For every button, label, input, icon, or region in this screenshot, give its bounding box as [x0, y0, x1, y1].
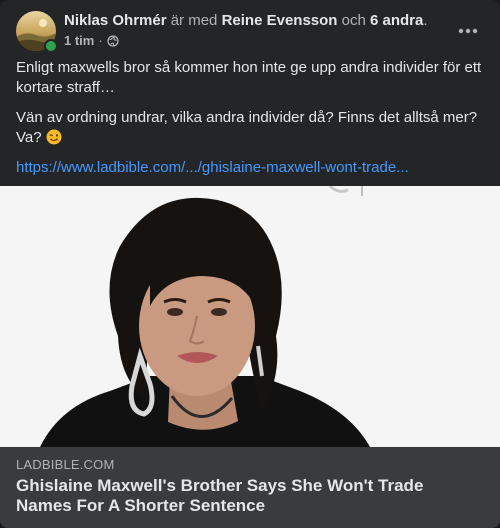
winking-face-icon — [46, 129, 62, 145]
post-body: Enligt maxwells bror så kommer hon inte … — [16, 58, 486, 188]
meta-separator: · — [98, 33, 103, 48]
author-name[interactable]: Niklas Ohrmér — [64, 12, 167, 29]
post-paragraph-2: Vän av ordning undrar, vilka andra indiv… — [16, 108, 486, 148]
post-paragraph-2-text: Vän av ordning undrar, vilka andra indiv… — [16, 109, 478, 146]
post-card: Niklas Ohrmér är med Reine Evensson och … — [0, 0, 500, 528]
title-period: . — [423, 12, 428, 29]
tagged-person[interactable]: Reine Evensson — [222, 12, 338, 29]
post-meta: 1 tim · — [64, 33, 444, 49]
post-header: Niklas Ohrmér är med Reine Evensson och … — [16, 11, 484, 53]
post-paragraph-1: Enligt maxwells bror så kommer hon inte … — [16, 59, 482, 96]
post-title-line: Niklas Ohrmér är med Reine Evensson och … — [64, 11, 444, 30]
ellipsis-icon — [458, 28, 478, 34]
and-text: och — [341, 12, 366, 29]
link-preview-image[interactable] — [0, 186, 500, 447]
post-link-paragraph: https://www.ladbible.com/.../ghislaine-m… — [16, 158, 486, 178]
others-link[interactable]: 6 andra — [370, 12, 423, 29]
more-options-button[interactable] — [452, 15, 484, 47]
link-preview-card[interactable]: LADBIBLE.COM Ghislaine Maxwell's Brother… — [0, 186, 500, 528]
link-domain: LADBIBLE.COM — [16, 457, 115, 472]
portrait-image — [0, 186, 500, 447]
online-status-indicator — [44, 39, 58, 53]
link-headline[interactable]: Ghislaine Maxwell's Brother Says She Won… — [16, 476, 476, 516]
with-text: är med — [170, 12, 218, 29]
post-link[interactable]: https://www.ladbible.com/.../ghislaine-m… — [16, 159, 409, 176]
globe-icon[interactable] — [107, 35, 119, 47]
post-timestamp[interactable]: 1 tim — [64, 33, 94, 49]
link-preview-footer[interactable]: LADBIBLE.COM Ghislaine Maxwell's Brother… — [0, 447, 500, 528]
post-header-text: Niklas Ohrmér är med Reine Evensson och … — [64, 11, 444, 49]
